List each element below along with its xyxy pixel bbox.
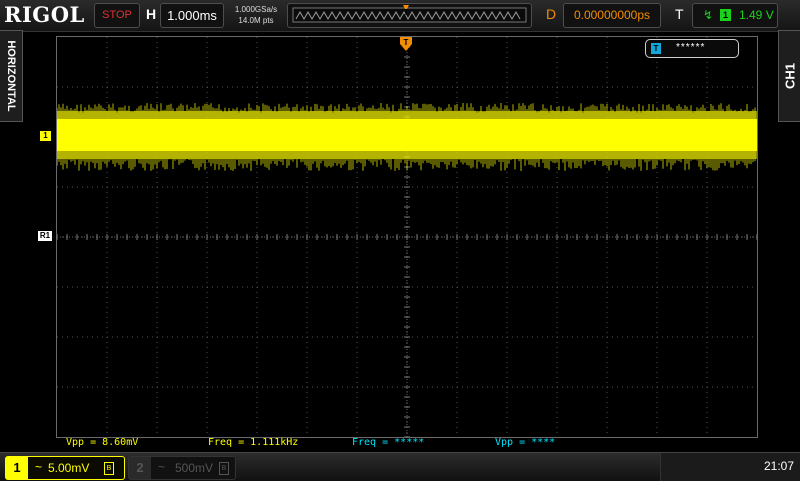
memory-depth: 14.0M pts — [238, 16, 274, 25]
measurement-value: **** — [531, 437, 556, 448]
measurement-value: 1.111kHz — [250, 437, 299, 448]
measurement-label: Vpp = — [66, 437, 103, 448]
memory-overview-bar[interactable]: T — [287, 3, 532, 28]
trigger-settings-box[interactable]: ↯ 1 1.49 V — [692, 3, 778, 28]
trigger-delay-box[interactable]: 0.00000000ps — [563, 3, 661, 28]
waveform-display[interactable] — [56, 36, 758, 438]
bandwidth-limit-icon: B — [104, 462, 114, 475]
horizontal-tab-label: HORIZONTAL — [5, 40, 17, 112]
ac-coupling-icon: ~ — [158, 460, 166, 474]
measurement-label: Freq = — [208, 437, 251, 448]
trigger-delay-value: 0.00000000ps — [573, 8, 651, 22]
trigger-level-value: 1.49 V — [739, 8, 774, 22]
brand-logo: RIGOL — [4, 2, 85, 27]
measurement-freq-unavailable: Freq = ***** — [352, 437, 424, 448]
trigger-key-label: T — [675, 6, 684, 22]
measurement-label: Vpp = — [495, 437, 532, 448]
run-stop-indicator[interactable]: STOP — [94, 3, 140, 28]
ch2-number: 2 — [129, 457, 151, 479]
trigger-marker-label: T — [404, 38, 409, 47]
trigger-position-marker[interactable]: T — [399, 36, 413, 52]
run-state-label: STOP — [102, 9, 132, 21]
trigger-badge-value: ****** — [676, 42, 706, 53]
graticule — [57, 37, 757, 437]
ch1-number: 1 — [6, 457, 28, 479]
ref-r1-marker[interactable]: R1 — [38, 231, 52, 241]
bandwidth-limit-icon: B — [219, 462, 229, 475]
overview-trigger-label: T — [404, 8, 409, 17]
bottom-channel-bar: 1 ~ 5.00mV B 2 ~ 500mV B 21:07 — [0, 452, 800, 481]
timebase-value: 1.000ms — [167, 8, 217, 23]
delay-key-label: D — [546, 6, 557, 22]
ch1-tab-label: CH1 — [782, 62, 797, 90]
ch1-offset-marker[interactable]: 1 — [40, 131, 51, 141]
horizontal-menu-tab[interactable]: HORIZONTAL — [0, 30, 23, 122]
clock: 21:07 — [763, 459, 794, 473]
measurement-label: Freq = — [352, 437, 395, 448]
acquisition-info: 1.000GSa/s 14.0M pts — [228, 4, 284, 26]
trigger-status-badge: T ****** — [645, 39, 739, 58]
ac-coupling-icon: ~ — [35, 460, 43, 474]
rising-edge-icon: ↯ — [703, 8, 714, 22]
horizontal-key-label: H — [146, 6, 157, 22]
waveform-overview-graphic: T — [292, 5, 527, 23]
measurement-freq-ch1: Freq = 1.111kHz — [208, 437, 298, 448]
measurement-vpp-ch1: Vpp = 8.60mV — [66, 437, 138, 448]
trigger-badge-icon: T — [651, 43, 661, 54]
ch2-scale-button[interactable]: 2 ~ 500mV B — [128, 456, 236, 480]
ch1-menu-tab[interactable]: CH1 — [778, 30, 800, 122]
ch2-vertical-scale: 500mV — [175, 461, 214, 475]
timebase-box[interactable]: 1.000ms — [160, 3, 224, 28]
ch1-vertical-scale: 5.00mV — [48, 461, 90, 475]
measurement-vpp-unavailable: Vpp = **** — [495, 437, 555, 448]
sample-rate: 1.000GSa/s — [234, 5, 278, 14]
status-area: 21:07 — [660, 453, 800, 481]
measurement-value: ***** — [394, 437, 425, 448]
ch1-scale-button[interactable]: 1 ~ 5.00mV B — [5, 456, 125, 480]
trigger-source-badge: 1 — [720, 9, 731, 21]
top-status-bar: RIGOL STOP H 1.000ms 1.000GSa/s 14.0M pt… — [0, 0, 800, 32]
measurement-value: 8.60mV — [102, 437, 139, 448]
